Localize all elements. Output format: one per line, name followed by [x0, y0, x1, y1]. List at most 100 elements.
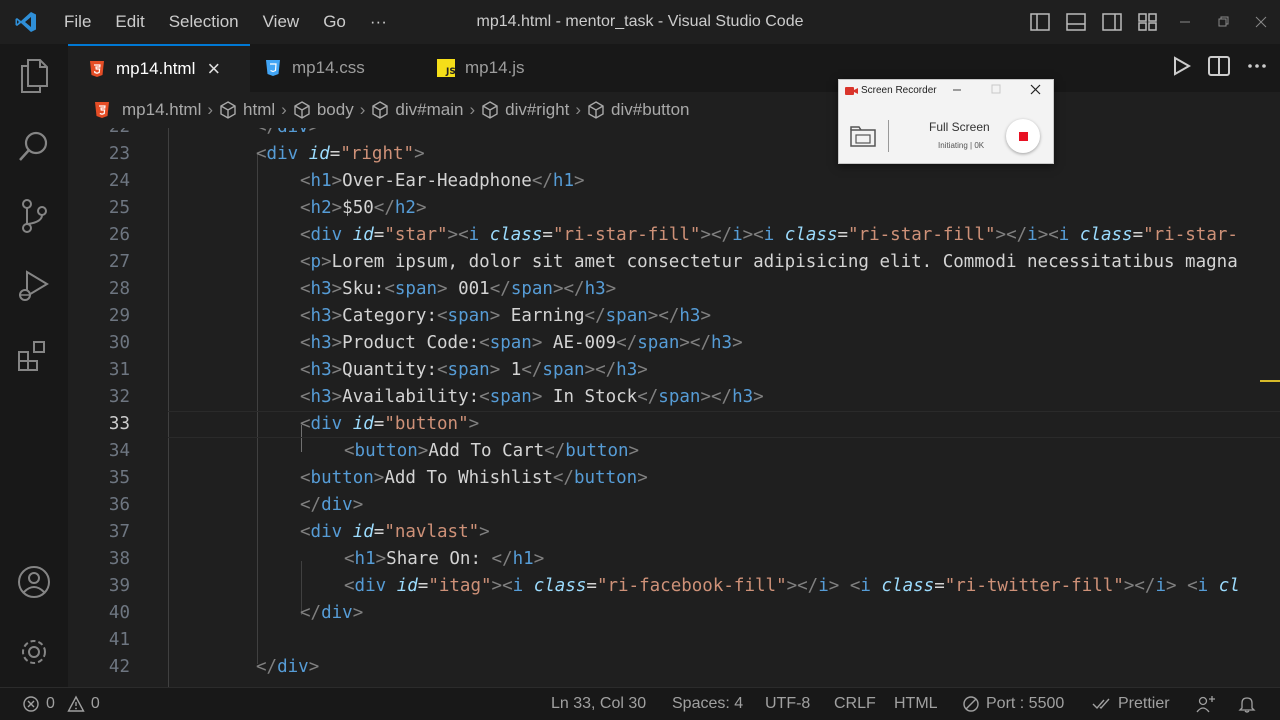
- symbol-cube-icon: [372, 101, 389, 119]
- tab-mp14-js[interactable]: JS mp14.js: [425, 44, 565, 92]
- stop-icon: [1018, 131, 1028, 141]
- accounts-icon[interactable]: [0, 552, 68, 612]
- breadcrumb-div-main[interactable]: div#main: [371, 100, 463, 120]
- code-line: 26 <div id="star"><i class="ri-star-fill"…: [68, 222, 1280, 249]
- breadcrumb-div-button[interactable]: div#button: [587, 100, 690, 120]
- extensions-icon[interactable]: [0, 326, 68, 386]
- run-and-debug-icon[interactable]: [0, 256, 68, 316]
- menu-more[interactable]: ···: [358, 0, 399, 44]
- screen-recorder-window[interactable]: Screen Recorder Full Screen Initiating |…: [838, 79, 1054, 164]
- line-number: 36: [108, 495, 130, 515]
- explorer-icon[interactable]: [0, 46, 68, 106]
- recorder-mode-label[interactable]: Full Screen: [929, 120, 990, 134]
- menu-file[interactable]: File: [52, 0, 103, 44]
- breadcrumb-label: div#right: [505, 100, 570, 119]
- menu-selection[interactable]: Selection: [157, 0, 251, 44]
- error-icon: [23, 696, 39, 712]
- menu-go[interactable]: Go: [311, 0, 358, 44]
- settings-gear-icon[interactable]: [0, 622, 68, 682]
- close-window-button[interactable]: [1242, 0, 1280, 44]
- toggle-secondary-sidebar-icon[interactable]: [1094, 0, 1130, 44]
- symbol-cube-icon: [220, 101, 236, 119]
- source-control-icon[interactable]: [0, 186, 68, 246]
- code-line: 29 <h3>Category:<span> Earning</span></h3…: [68, 303, 1280, 330]
- recorder-maximize-button[interactable]: [990, 82, 1004, 96]
- line-number: 42: [108, 657, 130, 677]
- line-number: 37: [108, 522, 130, 542]
- breadcrumb-div-right[interactable]: div#right: [481, 100, 569, 120]
- breadcrumb: mp14.html › html › body › div#main › div…: [68, 92, 1280, 128]
- notifications-bell-icon[interactable]: [1238, 688, 1256, 720]
- recorder-folder-icon[interactable]: [850, 125, 876, 152]
- breadcrumb-label: body: [316, 100, 354, 119]
- chevron-right-icon: ›: [207, 100, 214, 119]
- scroll-overview-marker: [1260, 380, 1280, 382]
- js-icon: JS: [435, 59, 457, 77]
- code-line: 42 </div>: [68, 654, 1280, 681]
- code-line: 40 </div>: [68, 600, 1280, 627]
- problems-indicator[interactable]: 0 0: [22, 688, 100, 720]
- tab-label: mp14.css: [292, 58, 365, 77]
- line-number: 40: [108, 603, 130, 623]
- feedback-icon[interactable]: [1196, 688, 1216, 720]
- language-mode[interactable]: HTML: [894, 688, 938, 720]
- menu-edit[interactable]: Edit: [103, 0, 156, 44]
- symbol-cube-icon: [482, 101, 498, 119]
- cursor-position[interactable]: Ln 33, Col 30: [551, 688, 646, 720]
- line-number: 23: [108, 144, 130, 164]
- close-tab-icon[interactable]: ×: [207, 56, 220, 82]
- run-file-icon[interactable]: [1168, 55, 1194, 81]
- code-line: 41: [68, 627, 1280, 654]
- toggle-primary-sidebar-icon[interactable]: [1022, 0, 1058, 44]
- title-bar-controls: [1022, 0, 1280, 44]
- line-number: 34: [108, 441, 130, 461]
- warning-count: 0: [90, 695, 100, 712]
- line-number: 35: [108, 468, 130, 488]
- breadcrumb-label: mp14.html: [122, 100, 202, 119]
- tab-mp14-css[interactable]: mp14.css: [250, 44, 425, 92]
- split-editor-icon[interactable]: [1206, 55, 1232, 81]
- more-actions-icon[interactable]: [1244, 55, 1270, 81]
- tab-label: mp14.js: [465, 58, 525, 77]
- customize-layout-icon[interactable]: [1130, 0, 1166, 44]
- code-line: 28 <h3>Sku:<span> 001</span></h3>: [68, 276, 1280, 303]
- code-line: 25 <h2>$50</h2>: [68, 195, 1280, 222]
- double-check-icon: [1092, 698, 1110, 710]
- restore-window-button[interactable]: [1204, 0, 1242, 44]
- breadcrumb-html[interactable]: html: [219, 100, 275, 120]
- recorder-divider: [888, 120, 889, 152]
- editor-tab-bar: mp14.html × mp14.css JS mp14.js: [68, 44, 1280, 92]
- vscode-logo-icon: [0, 0, 52, 44]
- encoding[interactable]: UTF-8: [765, 688, 810, 720]
- code-editor[interactable]: 22</div> 23<div id="right"> 24<h1>Over-E…: [68, 118, 1280, 687]
- menu-view[interactable]: View: [251, 0, 312, 44]
- chevron-right-icon: ›: [281, 100, 287, 119]
- live-server-port[interactable]: Port : 5500: [962, 688, 1064, 720]
- code-line: 24 <h1>Over-Ear-Headphone</h1>: [68, 168, 1280, 195]
- breadcrumb-file[interactable]: mp14.html: [94, 100, 201, 120]
- warning-icon: [67, 695, 85, 712]
- toggle-panel-icon[interactable]: [1058, 0, 1094, 44]
- code-line: 34 <button>Add To Cart</button>: [68, 438, 1280, 465]
- menu-bar: File Edit Selection View Go ···: [52, 0, 399, 44]
- tab-mp14-html[interactable]: mp14.html ×: [68, 44, 250, 92]
- code-line: 36 </div>: [68, 492, 1280, 519]
- end-of-line[interactable]: CRLF: [834, 688, 876, 720]
- recorder-status-text: Initiating: [938, 141, 968, 150]
- minimize-window-button[interactable]: [1166, 0, 1204, 44]
- html5-icon: [95, 102, 109, 118]
- line-number: 29: [108, 306, 130, 326]
- record-stop-button[interactable]: [1006, 119, 1040, 153]
- recorder-close-button[interactable]: [1029, 83, 1043, 97]
- indentation[interactable]: Spaces: 4: [672, 688, 743, 720]
- breadcrumb-body[interactable]: body: [293, 100, 354, 120]
- recorder-minimize-button[interactable]: [951, 82, 965, 96]
- html5-icon: [86, 60, 108, 78]
- code-line: 35 <button>Add To Whishlist</button>: [68, 465, 1280, 492]
- activity-bar: [0, 44, 68, 687]
- prettier-status[interactable]: Prettier: [1092, 688, 1170, 720]
- no-entry-icon: [963, 696, 979, 712]
- code-line: 37 <div id="navlast">: [68, 519, 1280, 546]
- prettier-label: Prettier: [1118, 695, 1170, 712]
- search-icon[interactable]: [0, 116, 68, 176]
